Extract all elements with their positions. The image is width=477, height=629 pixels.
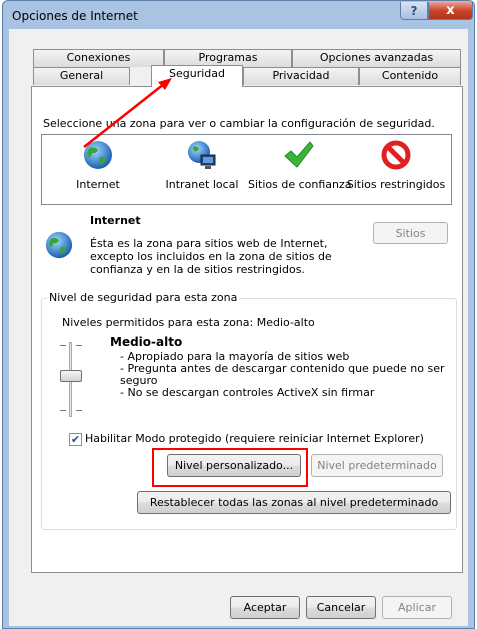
- annotation-arrow: [83, 78, 172, 148]
